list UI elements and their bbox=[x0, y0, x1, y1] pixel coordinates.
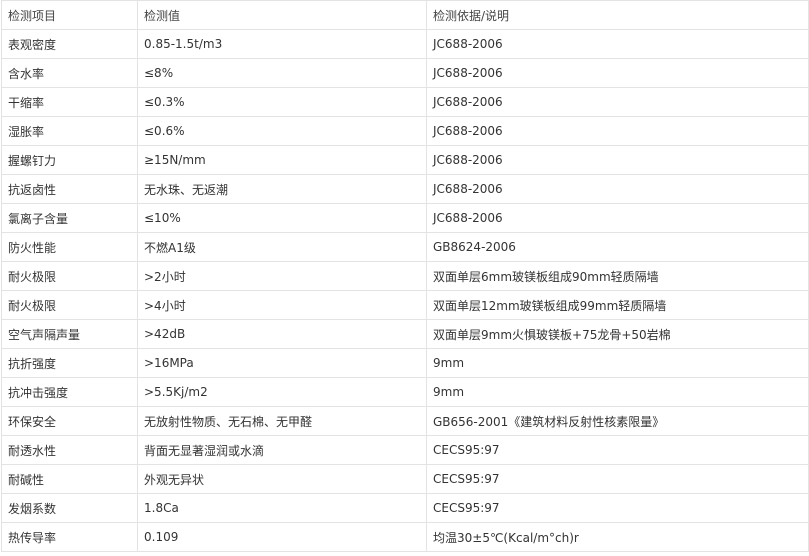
cell-item: 热传导率 bbox=[1, 522, 138, 552]
cell-value: ≤0.3% bbox=[137, 87, 427, 117]
cell-basis: 双面单层6mm玻镁板组成90mm轻质隔墙 bbox=[426, 261, 809, 291]
header-cell-value: 检测值 bbox=[137, 0, 427, 30]
cell-item: 握螺钉力 bbox=[1, 145, 138, 175]
table-row: 耐火极限 >2小时 双面单层6mm玻镁板组成90mm轻质隔墙 bbox=[1, 261, 809, 291]
table-row: 热传导率 0.109 均温30±5℃(Kcal/m°ch)r bbox=[1, 522, 809, 552]
cell-value: ≥15N/mm bbox=[137, 145, 427, 175]
cell-basis: GB656-2001《建筑材料反射性核素限量》 bbox=[426, 406, 809, 436]
cell-item: 氯离子含量 bbox=[1, 203, 138, 233]
table-row: 耐火极限 >4小时 双面单层12mm玻镁板组成99mm轻质隔墙 bbox=[1, 290, 809, 320]
cell-value: >42dB bbox=[137, 319, 427, 349]
cell-value: ≤0.6% bbox=[137, 116, 427, 146]
cell-basis: JC688-2006 bbox=[426, 174, 809, 204]
cell-value: ≤10% bbox=[137, 203, 427, 233]
cell-value: 无放射性物质、无石棉、无甲醛 bbox=[137, 406, 427, 436]
cell-basis: JC688-2006 bbox=[426, 116, 809, 146]
cell-value: >4小时 bbox=[137, 290, 427, 320]
cell-basis: CECS95:97 bbox=[426, 493, 809, 523]
table-row: 耐透水性 背面无显著湿润或水滴 CECS95:97 bbox=[1, 435, 809, 465]
table-row: 握螺钉力 ≥15N/mm JC688-2006 bbox=[1, 145, 809, 175]
cell-item: 干缩率 bbox=[1, 87, 138, 117]
table-row: 干缩率 ≤0.3% JC688-2006 bbox=[1, 87, 809, 117]
cell-basis: 均温30±5℃(Kcal/m°ch)r bbox=[426, 522, 809, 552]
cell-item: 发烟系数 bbox=[1, 493, 138, 523]
cell-basis: CECS95:97 bbox=[426, 464, 809, 494]
table-row: 耐碱性 外观无异状 CECS95:97 bbox=[1, 464, 809, 494]
cell-basis: JC688-2006 bbox=[426, 203, 809, 233]
header-cell-item: 检测项目 bbox=[1, 0, 138, 30]
table-row: 氯离子含量 ≤10% JC688-2006 bbox=[1, 203, 809, 233]
cell-value: 外观无异状 bbox=[137, 464, 427, 494]
table-row: 防火性能 不燃A1级 GB8624-2006 bbox=[1, 232, 809, 262]
cell-item: 耐火极限 bbox=[1, 290, 138, 320]
spec-table: 检测项目 检测值 检测依据/说明 表观密度 0.85-1.5t/m3 JC688-2… bbox=[1, 0, 809, 552]
cell-value: 0.109 bbox=[137, 522, 427, 552]
table-row: 抗返卤性 无水珠、无返潮 JC688-2006 bbox=[1, 174, 809, 204]
cell-value: 背面无显著湿润或水滴 bbox=[137, 435, 427, 465]
table-row: 抗冲击强度 >5.5Kj/m2 9mm bbox=[1, 377, 809, 407]
cell-basis: JC688-2006 bbox=[426, 29, 809, 59]
cell-basis: JC688-2006 bbox=[426, 145, 809, 175]
cell-item: 表观密度 bbox=[1, 29, 138, 59]
cell-item: 防火性能 bbox=[1, 232, 138, 262]
cell-item: 空气声隔声量 bbox=[1, 319, 138, 349]
table-row: 发烟系数 1.8Ca CECS95:97 bbox=[1, 493, 809, 523]
cell-basis: JC688-2006 bbox=[426, 58, 809, 88]
table-header-row: 检测项目 检测值 检测依据/说明 bbox=[1, 0, 809, 30]
cell-value: 不燃A1级 bbox=[137, 232, 427, 262]
cell-item: 含水率 bbox=[1, 58, 138, 88]
cell-item: 抗返卤性 bbox=[1, 174, 138, 204]
header-cell-basis: 检测依据/说明 bbox=[426, 0, 809, 30]
cell-item: 抗冲击强度 bbox=[1, 377, 138, 407]
cell-item: 耐透水性 bbox=[1, 435, 138, 465]
cell-basis: 9mm bbox=[426, 377, 809, 407]
cell-basis: JC688-2006 bbox=[426, 87, 809, 117]
cell-item: 耐碱性 bbox=[1, 464, 138, 494]
cell-item: 耐火极限 bbox=[1, 261, 138, 291]
table-row: 表观密度 0.85-1.5t/m3 JC688-2006 bbox=[1, 29, 809, 59]
table-row: 湿胀率 ≤0.6% JC688-2006 bbox=[1, 116, 809, 146]
table-row: 抗折强度 >16MPa 9mm bbox=[1, 348, 809, 378]
table-row: 含水率 ≤8% JC688-2006 bbox=[1, 58, 809, 88]
cell-item: 环保安全 bbox=[1, 406, 138, 436]
cell-basis: 双面单层12mm玻镁板组成99mm轻质隔墙 bbox=[426, 290, 809, 320]
cell-item: 抗折强度 bbox=[1, 348, 138, 378]
cell-basis: 双面单层9mm火惧玻镁板+75龙骨+50岩棉 bbox=[426, 319, 809, 349]
cell-basis: CECS95:97 bbox=[426, 435, 809, 465]
cell-value: >2小时 bbox=[137, 261, 427, 291]
table-row: 环保安全 无放射性物质、无石棉、无甲醛 GB656-2001《建筑材料反射性核素限量… bbox=[1, 406, 809, 436]
cell-value: >16MPa bbox=[137, 348, 427, 378]
cell-value: 0.85-1.5t/m3 bbox=[137, 29, 427, 59]
cell-item: 湿胀率 bbox=[1, 116, 138, 146]
cell-value: ≤8% bbox=[137, 58, 427, 88]
cell-basis: 9mm bbox=[426, 348, 809, 378]
table-row: 空气声隔声量 >42dB 双面单层9mm火惧玻镁板+75龙骨+50岩棉 bbox=[1, 319, 809, 349]
spec-table-body: 检测项目 检测值 检测依据/说明 表观密度 0.85-1.5t/m3 JC688-2… bbox=[1, 0, 809, 552]
cell-basis: GB8624-2006 bbox=[426, 232, 809, 262]
cell-value: 1.8Ca bbox=[137, 493, 427, 523]
cell-value: >5.5Kj/m2 bbox=[137, 377, 427, 407]
cell-value: 无水珠、无返潮 bbox=[137, 174, 427, 204]
